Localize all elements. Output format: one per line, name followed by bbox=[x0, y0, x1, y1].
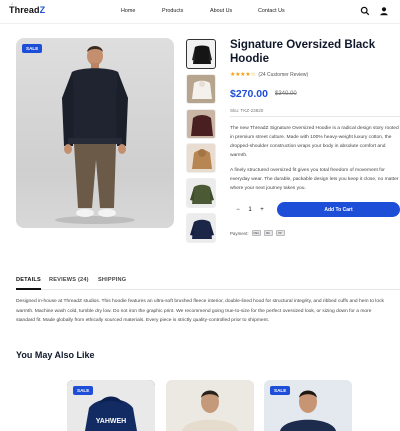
logo[interactable]: ♩ ThreadZ bbox=[9, 1, 46, 15]
cream-sweater-model-image bbox=[166, 380, 254, 431]
hoodie-print-text: YAHWEH bbox=[96, 418, 126, 425]
thumbnail-tan-hoodie[interactable] bbox=[186, 143, 216, 174]
product-price: $270.00 bbox=[230, 88, 268, 100]
thumbnail-navy-hoodie[interactable] bbox=[186, 212, 216, 243]
product-title: Signature Oversized Black Hoodie bbox=[230, 39, 376, 65]
divider bbox=[230, 116, 400, 117]
search-icon[interactable] bbox=[360, 6, 370, 16]
related-products-title: You May Also Like bbox=[16, 350, 95, 360]
sale-badge: SALE bbox=[22, 44, 43, 53]
payment-label: Payment: bbox=[230, 230, 249, 236]
details-tab-content: Designed in-house at ThreadZ studios. Th… bbox=[16, 299, 385, 323]
reviews-count-link[interactable]: (24 Customer Review) bbox=[258, 72, 308, 78]
add-to-cart-button[interactable]: Add To Cart bbox=[277, 202, 400, 217]
mastercard-icon: MC bbox=[263, 230, 273, 236]
quantity-stepper: − 1 + bbox=[230, 203, 270, 216]
logo-accent: Z bbox=[39, 5, 46, 15]
thumbnail-white-hoodie[interactable] bbox=[186, 73, 216, 104]
product-sku: Sku: TKZ-23820 bbox=[230, 108, 264, 113]
sale-badge: SALE bbox=[270, 386, 291, 395]
product-old-price: $340.00 bbox=[275, 91, 297, 97]
related-product-card[interactable] bbox=[166, 380, 254, 431]
thumbnail-black-hoodie[interactable] bbox=[186, 39, 216, 69]
model-in-hoodie-illustration bbox=[55, 46, 135, 224]
thumbnail-olive-hoodie[interactable] bbox=[186, 178, 216, 209]
tab-shipping[interactable]: SHIPPING bbox=[98, 277, 126, 283]
product-info-tabs: DETAILS REVIEWS (24) SHIPPING bbox=[16, 272, 400, 290]
thumbnail-list bbox=[186, 39, 218, 248]
product-description-1: The new ThreadZ Signature Oversized Hood… bbox=[230, 126, 399, 158]
product-description-2: A finely structured oversized fit gives … bbox=[230, 168, 399, 191]
logo-mark: ♩ bbox=[11, 1, 17, 7]
thumbnail-maroon-hoodie[interactable] bbox=[186, 108, 216, 139]
tab-reviews[interactable]: REVIEWS (24) bbox=[49, 277, 89, 283]
decrease-quantity-button[interactable]: − bbox=[233, 207, 243, 213]
quantity-value[interactable]: 1 bbox=[245, 207, 255, 213]
related-product-card[interactable]: SALE bbox=[264, 380, 352, 431]
paypal-icon: PP bbox=[275, 230, 285, 236]
active-tab-indicator bbox=[16, 288, 41, 290]
increase-quantity-button[interactable]: + bbox=[257, 207, 267, 213]
nav-products[interactable]: Products bbox=[162, 8, 183, 14]
site-header: ♩ ThreadZ Home Products About Us Contact… bbox=[0, 0, 400, 24]
nav-contact-us[interactable]: Contact Us bbox=[258, 8, 285, 14]
sale-badge: SALE bbox=[73, 386, 94, 395]
rating-row: ★★★★☆ (24 Customer Review) bbox=[230, 71, 308, 79]
related-product-card[interactable]: YAHWEH SALE bbox=[67, 380, 155, 431]
nav-home[interactable]: Home bbox=[121, 8, 135, 14]
payment-methods: Payment: VISA MC PP bbox=[230, 230, 285, 236]
main-product-image[interactable]: SALE bbox=[16, 38, 174, 228]
nav-about-us[interactable]: About Us bbox=[210, 8, 232, 14]
visa-card-icon: VISA bbox=[251, 230, 261, 236]
user-icon[interactable] bbox=[379, 6, 389, 16]
rating-stars: ★★★★☆ bbox=[230, 72, 256, 78]
tab-details[interactable]: DETAILS bbox=[16, 277, 41, 283]
